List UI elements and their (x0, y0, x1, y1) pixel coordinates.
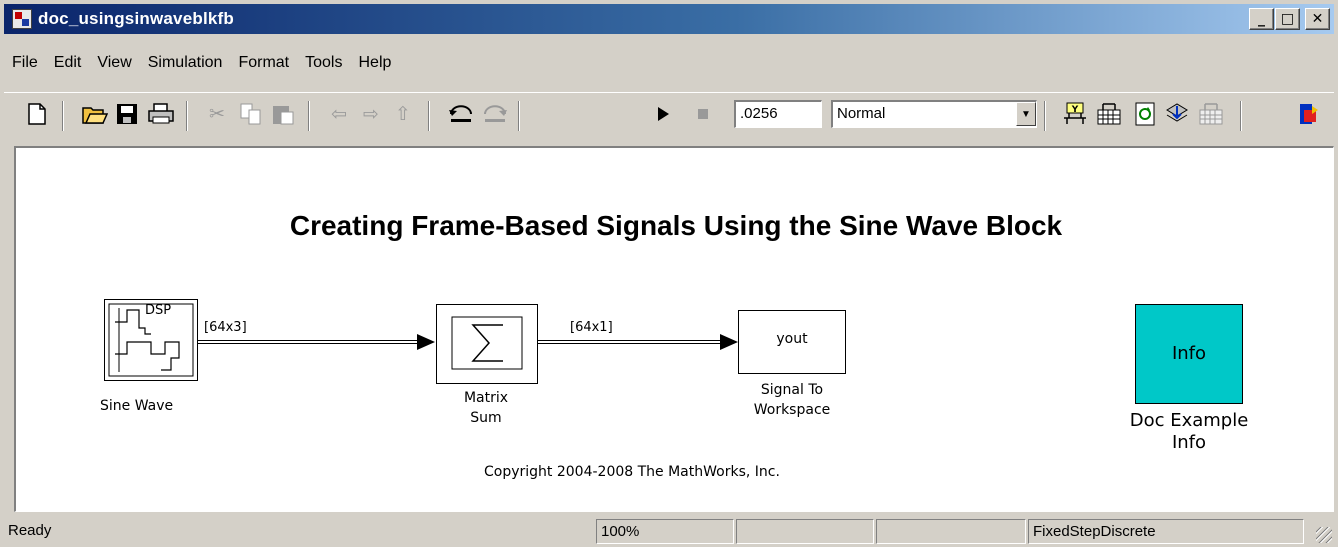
undo-icon[interactable] (448, 101, 474, 127)
signal-to-workspace-block[interactable]: yout (738, 310, 846, 374)
toolbar: ✂ ⇦ ⇨ ⇧ .0256 Normal ▼ Y (4, 92, 1334, 142)
toolbar-separator (518, 101, 520, 131)
toolbar-separator (186, 101, 188, 131)
close-icon: ✕ (1311, 11, 1324, 27)
sine-wave-dsp-tag: DSP (145, 303, 172, 318)
model-explorer-icon[interactable] (1096, 101, 1122, 127)
toolbar-separator (1240, 101, 1242, 131)
toolbar-separator (428, 101, 430, 131)
open-icon[interactable] (82, 101, 108, 127)
toolbar-separator (308, 101, 310, 131)
signal-to-workspace-label-line2: Workspace (753, 402, 831, 418)
stop-simulation-icon[interactable] (690, 101, 716, 127)
signal-line-sum-to-workspace[interactable] (538, 340, 722, 344)
matrix-sum-label-line1: Matrix (463, 390, 509, 406)
print-icon[interactable] (148, 101, 174, 127)
save-icon[interactable] (114, 101, 140, 127)
copy-icon[interactable] (238, 101, 264, 127)
maximize-icon: □ (1280, 11, 1295, 27)
sigma-icon (451, 316, 523, 370)
menu-format[interactable]: Format (230, 52, 297, 78)
sine-wave-block[interactable]: DSP (104, 299, 198, 381)
menu-edit[interactable]: Edit (46, 52, 90, 78)
start-simulation-icon[interactable] (650, 101, 676, 127)
signal-line-sine-to-sum[interactable] (198, 340, 418, 344)
maximize-button[interactable]: □ (1275, 8, 1300, 30)
signal-to-workspace-label: Signal To Workspace (732, 380, 852, 420)
menu-help[interactable]: Help (350, 52, 399, 78)
sine-wave-label: Sine Wave (100, 398, 174, 414)
status-state: Ready (8, 522, 52, 539)
signal-label-sum-out: [64x1] (570, 320, 613, 335)
menu-tools[interactable]: Tools (297, 52, 350, 78)
window-title: doc_usingsinwaveblkfb (38, 9, 234, 28)
redo-icon[interactable] (482, 101, 508, 127)
matrix-sum-block[interactable] (436, 304, 538, 384)
status-bar: Ready 100% FixedStepDiscrete (4, 517, 1334, 545)
signal-arrow-icon (720, 334, 738, 350)
simulink-window: doc_usingsinwaveblkfb _ □ ✕ File Edit Vi… (0, 0, 1338, 547)
forward-icon[interactable]: ⇨ (358, 101, 384, 127)
doc-example-info-label: Doc Example Info (1112, 410, 1266, 454)
simulation-mode-select[interactable]: Normal ▼ (831, 100, 1037, 128)
paste-icon[interactable] (270, 101, 296, 127)
new-icon[interactable] (24, 101, 50, 127)
simulation-mode-value: Normal (837, 105, 886, 122)
resize-grip[interactable] (1316, 527, 1332, 543)
toggle-icon[interactable] (1296, 101, 1322, 127)
status-pane-empty-1 (736, 519, 874, 544)
model-annotation-title: Creating Frame-Based Signals Using the S… (289, 210, 1063, 241)
title-bar[interactable]: doc_usingsinwaveblkfb _ □ ✕ (4, 4, 1334, 34)
signal-to-workspace-label-line1: Signal To (760, 382, 824, 398)
signal-to-workspace-var: yout (776, 331, 808, 347)
close-button[interactable]: ✕ (1305, 8, 1330, 30)
doc-example-info-block[interactable]: Info (1135, 304, 1243, 404)
matrix-sum-label-line2: Sum (470, 410, 502, 426)
debug-icon[interactable] (1198, 101, 1224, 127)
doc-info-text: Info (1171, 343, 1207, 364)
minimize-icon: _ (1258, 11, 1265, 27)
svg-text:Y: Y (1071, 105, 1079, 115)
back-icon[interactable]: ⇦ (326, 101, 352, 127)
cut-icon[interactable]: ✂ (204, 101, 230, 127)
toolbar-separator (1044, 101, 1046, 131)
up-icon[interactable]: ⇧ (390, 101, 416, 127)
stop-time-input[interactable]: .0256 (734, 100, 822, 128)
status-solver: FixedStepDiscrete (1028, 519, 1304, 544)
chevron-down-icon[interactable]: ▼ (1016, 102, 1036, 126)
menu-file[interactable]: File (4, 52, 46, 78)
matrix-sum-label: Matrix Sum (456, 388, 516, 428)
signal-label-sine-out: [64x3] (204, 320, 247, 335)
status-zoom: 100% (596, 519, 734, 544)
menu-simulation[interactable]: Simulation (140, 52, 231, 78)
simulink-model-icon[interactable] (12, 9, 32, 29)
copyright-annotation: Copyright 2004-2008 The MathWorks, Inc. (484, 464, 780, 480)
signal-arrow-icon (417, 334, 435, 350)
model-canvas[interactable]: Creating Frame-Based Signals Using the S… (14, 146, 1334, 512)
build-icon[interactable] (1164, 101, 1190, 127)
update-diagram-icon[interactable] (1132, 101, 1158, 127)
status-pane-empty-2 (876, 519, 1026, 544)
minimize-button[interactable]: _ (1249, 8, 1274, 30)
doc-example-info-label-line1: Doc Example (1129, 410, 1249, 431)
menu-view[interactable]: View (89, 52, 139, 78)
library-browser-icon[interactable]: Y (1062, 101, 1088, 127)
doc-example-info-label-line2: Info (1171, 432, 1207, 453)
menu-bar: File Edit View Simulation Format Tools H… (4, 52, 399, 78)
toolbar-separator (62, 101, 64, 131)
